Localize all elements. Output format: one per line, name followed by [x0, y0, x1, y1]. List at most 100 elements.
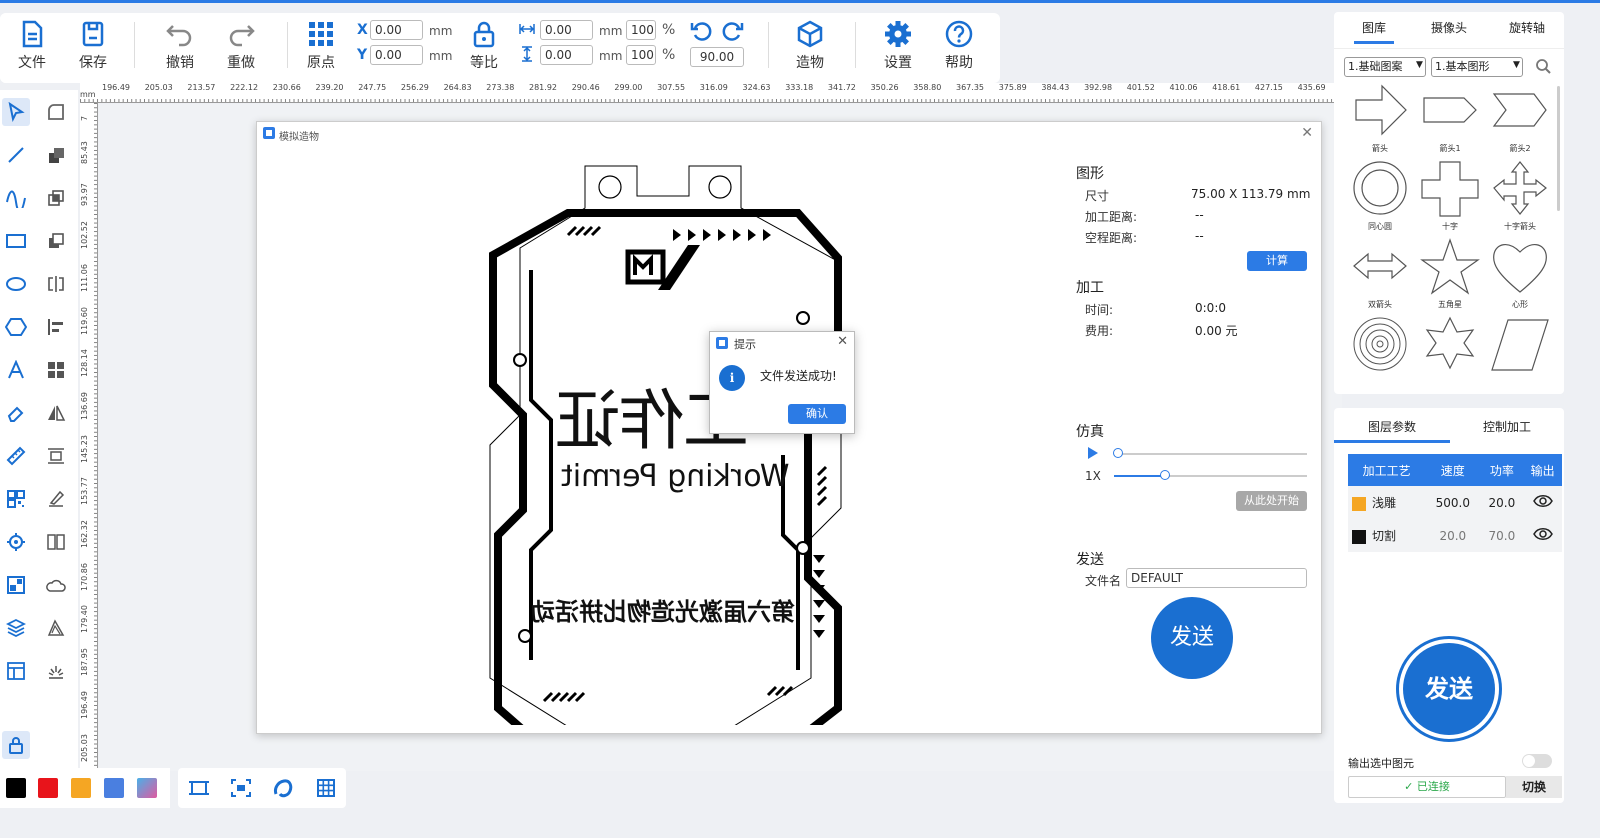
undo-button[interactable]: 撤销: [154, 20, 206, 72]
progress-slider-handle[interactable]: [1113, 448, 1123, 458]
layers-tool[interactable]: [2, 614, 30, 642]
search-icon[interactable]: [1535, 58, 1551, 74]
tab-library[interactable]: 图库: [1354, 19, 1394, 44]
intersect-tool[interactable]: [42, 184, 70, 212]
help-button[interactable]: 帮助: [933, 20, 985, 72]
fit-frame-icon[interactable]: [188, 778, 210, 798]
subtract-tool[interactable]: [42, 227, 70, 255]
measure-tool[interactable]: [2, 442, 30, 470]
lock-canvas-button[interactable]: [2, 731, 30, 759]
calculate-button[interactable]: 计算: [1247, 251, 1307, 271]
rotate-cw-icon[interactable]: [722, 20, 744, 42]
width-input[interactable]: 0.00: [540, 20, 593, 40]
shape-six-star[interactable]: [1416, 316, 1484, 378]
line-tool[interactable]: [2, 141, 30, 169]
dialog-close-icon[interactable]: ✕: [1301, 125, 1313, 141]
cloud-tool[interactable]: [42, 571, 70, 599]
layer-speed[interactable]: 20.0: [1425, 519, 1481, 552]
color-swatch-red[interactable]: [38, 778, 58, 798]
shape-parallelogram[interactable]: [1486, 316, 1554, 378]
shape-cross-arrow[interactable]: 十字箭头: [1486, 160, 1554, 238]
origin-button[interactable]: 原点: [295, 20, 347, 72]
position-tool[interactable]: [2, 528, 30, 556]
rotate-angle-input[interactable]: 90.00: [690, 47, 744, 67]
rectangle-tool[interactable]: [2, 227, 30, 255]
layer-power[interactable]: 20.0: [1480, 486, 1524, 519]
tab-camera[interactable]: 摄像头: [1424, 19, 1474, 36]
layout-tool[interactable]: [2, 657, 30, 685]
x-input[interactable]: 0.00: [370, 20, 423, 40]
align-left-tool[interactable]: [42, 313, 70, 341]
polygon-tool[interactable]: [2, 313, 30, 341]
flip-tool[interactable]: [42, 399, 70, 427]
union-tool[interactable]: [42, 141, 70, 169]
y-input[interactable]: 0.00: [370, 45, 423, 65]
progress-slider[interactable]: [1114, 453, 1307, 455]
image-tool[interactable]: [2, 571, 30, 599]
offset-tool[interactable]: [42, 614, 70, 642]
focus-selection-icon[interactable]: [230, 778, 252, 798]
alert-ok-button[interactable]: 确认: [788, 404, 846, 424]
send-circle-button[interactable]: 发送: [1151, 597, 1233, 679]
redo-button[interactable]: 重做: [215, 20, 267, 72]
eye-icon[interactable]: [1532, 527, 1553, 541]
layer-name-cell[interactable]: 切割: [1348, 519, 1426, 552]
sign-tool[interactable]: [42, 485, 70, 513]
shape-spiral[interactable]: [1346, 316, 1414, 378]
eraser-tool[interactable]: [2, 399, 30, 427]
layer-power[interactable]: 70.0: [1480, 519, 1524, 552]
curve-tool[interactable]: [2, 184, 30, 212]
alert-close-icon[interactable]: ✕: [837, 334, 848, 349]
mirror-center-tool[interactable]: [42, 270, 70, 298]
table-row[interactable]: 切割 20.0 70.0: [1348, 519, 1562, 552]
switch-button[interactable]: 切换: [1506, 776, 1562, 798]
shape-star[interactable]: 五角星: [1416, 238, 1484, 316]
split-tool[interactable]: [42, 528, 70, 556]
shape-heart[interactable]: 心形: [1486, 238, 1554, 316]
distribute-tool[interactable]: [42, 356, 70, 384]
save-button[interactable]: 保存: [67, 20, 119, 72]
shape-cross[interactable]: 十字: [1416, 160, 1484, 238]
eye-icon[interactable]: [1532, 494, 1553, 508]
ellipse-tool[interactable]: [2, 270, 30, 298]
node-edit-tool[interactable]: [42, 98, 70, 126]
output-selected-toggle[interactable]: [1522, 754, 1552, 768]
shape-arrow-1[interactable]: 箭头1: [1416, 82, 1484, 160]
shape-arrow-2[interactable]: 箭头2: [1486, 82, 1554, 160]
grid-icon[interactable]: [316, 778, 336, 798]
light-tool[interactable]: [42, 657, 70, 685]
shape-double-arrow[interactable]: 双箭头: [1346, 238, 1414, 316]
layer-speed[interactable]: 500.0: [1425, 486, 1481, 519]
qrcode-tool[interactable]: [2, 485, 30, 513]
category-select[interactable]: 1.基础图案: [1344, 57, 1426, 77]
hand-pan-icon[interactable]: [272, 778, 294, 798]
color-swatch-orange[interactable]: [71, 778, 91, 798]
file-button[interactable]: 文件: [6, 20, 58, 72]
tab-layer-params[interactable]: 图层参数: [1334, 418, 1450, 443]
tab-control-process[interactable]: 控制加工: [1450, 418, 1564, 435]
select-tool[interactable]: [2, 98, 30, 126]
height-input[interactable]: 0.00: [540, 45, 593, 65]
start-from-here-button[interactable]: 从此处开始: [1236, 491, 1307, 511]
library-scrollbar[interactable]: [1557, 86, 1560, 211]
tab-rotary[interactable]: 旋转轴: [1502, 19, 1552, 36]
color-swatch-blue[interactable]: [104, 778, 124, 798]
shape-arrow[interactable]: 箭头: [1346, 82, 1414, 160]
array-tool[interactable]: [42, 442, 70, 470]
layer-output-cell[interactable]: [1523, 519, 1562, 552]
color-swatch-black[interactable]: [6, 778, 26, 798]
table-row[interactable]: 浅雕 500.0 20.0: [1348, 486, 1562, 519]
build-button[interactable]: 造物: [784, 20, 836, 72]
rotate-ccw-icon[interactable]: [690, 20, 712, 42]
color-swatch-gradient[interactable]: [137, 778, 157, 798]
height-percent-input[interactable]: 100: [626, 45, 656, 65]
layer-name-cell[interactable]: 浅雕: [1348, 486, 1426, 519]
subcategory-select[interactable]: 1.基本图形: [1431, 57, 1523, 77]
speed-slider-handle[interactable]: [1160, 470, 1170, 480]
text-tool[interactable]: [2, 356, 30, 384]
width-percent-input[interactable]: 100: [626, 20, 656, 40]
proportional-lock-button[interactable]: 等比: [458, 20, 510, 72]
settings-button[interactable]: 设置: [872, 20, 924, 72]
big-send-button[interactable]: 发送: [1396, 636, 1502, 742]
shape-concentric-circle[interactable]: 同心圆: [1346, 160, 1414, 238]
